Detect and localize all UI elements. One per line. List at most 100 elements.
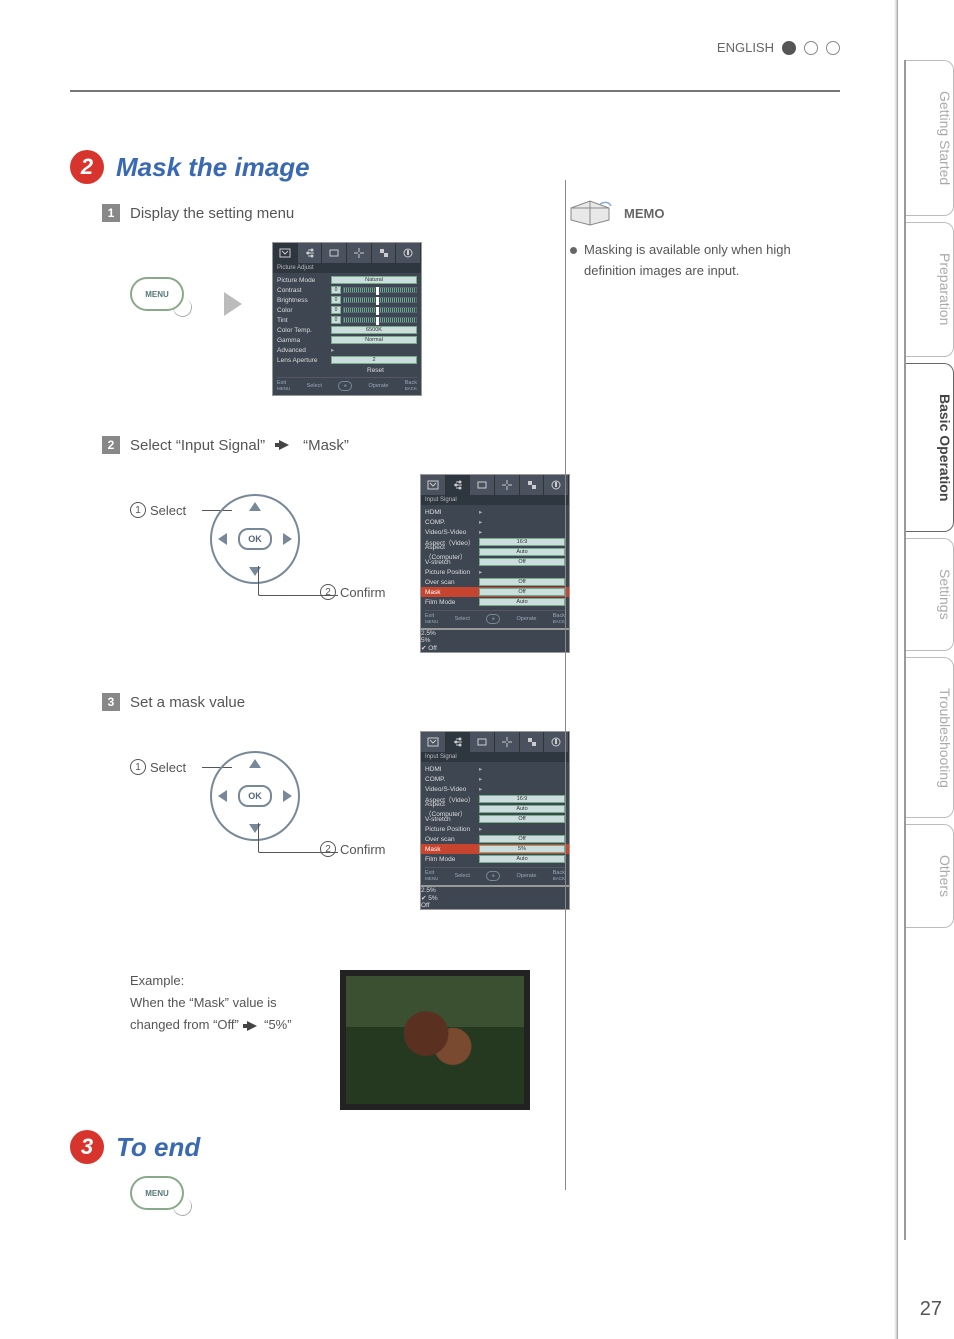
dpad-left-icon <box>218 790 227 802</box>
osd-tab <box>446 732 471 752</box>
osd-tab <box>273 243 298 263</box>
sidetab-preparation[interactable]: Preparation <box>906 222 954 356</box>
osd-row: Video/S-Video▸ <box>425 784 565 794</box>
section-number-3: 3 <box>70 1130 104 1164</box>
callout-2: 2 <box>320 841 336 857</box>
osd-tab <box>470 732 495 752</box>
osd-picture-adjust: Picture Adjust Picture ModeNaturalContras… <box>272 242 422 396</box>
section-3-heading: 3 To end <box>70 1130 840 1164</box>
dpad-up-icon <box>249 759 261 768</box>
step-2-number: 2 <box>102 436 120 454</box>
step-2-row: 2 Select “Input Signal” “Mask” <box>102 436 840 454</box>
dpad-right-icon <box>283 533 292 545</box>
sidetab-getting-started[interactable]: Getting Started <box>906 60 954 216</box>
osd-row: HDMI▸ <box>425 507 565 517</box>
osd-row: Picture Position▸ <box>425 824 565 834</box>
side-tabs: Getting Started Preparation Basic Operatio… <box>904 60 954 1240</box>
osd-popup-item: 2.5% <box>421 630 569 637</box>
pager-dot-2 <box>804 41 818 55</box>
step-2-text-b: “Mask” <box>303 437 349 454</box>
sidetab-others[interactable]: Others <box>906 824 954 928</box>
osd-tab <box>520 732 545 752</box>
step-3-row: 3 Set a mask value <box>102 693 840 711</box>
osd-row: COMP.▸ <box>425 517 565 527</box>
osd-tab <box>421 732 446 752</box>
osd-reset: Reset <box>367 367 417 374</box>
page-number: 27 <box>920 1298 942 1321</box>
example-line3a: changed from “Off” <box>130 1017 239 1032</box>
osd-row: COMP.▸ <box>425 774 565 784</box>
osd-tab <box>322 243 347 263</box>
osd-row: Lens Aperture2 <box>277 355 417 365</box>
page-header: ENGLISH <box>717 40 840 55</box>
osd-tab <box>372 243 397 263</box>
osd-row: Mask5% <box>421 844 569 854</box>
osd-row: MaskOff <box>421 587 569 597</box>
osd-row: V-stretchOff <box>425 814 565 824</box>
osd-row: Advanced▸ <box>277 345 417 355</box>
section-2-title: Mask the image <box>116 152 310 183</box>
osd-tab <box>495 475 520 495</box>
memo-icon <box>570 200 612 226</box>
select-label: Select <box>150 503 186 518</box>
osd-row: Picture Position▸ <box>425 567 565 577</box>
example-text: Example: When the “Mask” value is change… <box>130 970 310 1036</box>
ok-pad-diagram: 1 Select OK 2 Confirm <box>130 731 390 871</box>
ok-button: OK <box>238 528 272 550</box>
osd-tab <box>520 475 545 495</box>
ok-pad-diagram: 1 Select OK 2 Confirm <box>130 474 390 614</box>
osd-tab-label: Input Signal <box>421 752 569 762</box>
osd-tab <box>470 475 495 495</box>
select-label: Select <box>150 760 186 775</box>
osd-row: Contrast0 <box>277 285 417 295</box>
osd-row: Brightness0 <box>277 295 417 305</box>
step-3-number: 3 <box>102 693 120 711</box>
osd-tab <box>347 243 372 263</box>
example-line3b: “5%” <box>264 1017 291 1032</box>
osd-row: GammaNormal <box>277 335 417 345</box>
osd-row: Aspect（Computer）Auto <box>425 804 565 814</box>
confirm-label: Confirm <box>340 842 386 857</box>
arrow-icon <box>224 292 242 316</box>
example-line2: When the “Mask” value is <box>130 992 310 1014</box>
language-label: ENGLISH <box>717 40 774 55</box>
osd-input-signal-2: Input Signal HDMI▸COMP.▸Video/S-Video▸ Asp… <box>420 731 570 910</box>
step-3-text: Set a mask value <box>130 694 245 711</box>
remote-menu-label: MENU <box>145 1189 169 1198</box>
osd-tab <box>495 732 520 752</box>
osd-popup-item: ✔ Off <box>421 644 569 652</box>
osd-tab <box>396 243 421 263</box>
osd-popup-item: 2.5% <box>421 887 569 894</box>
sidetab-basic-operation[interactable]: Basic Operation <box>906 363 954 532</box>
sidetab-settings[interactable]: Settings <box>906 538 954 651</box>
memo-item: Masking is available only when high defi… <box>570 240 830 282</box>
example-image <box>340 970 530 1110</box>
osd-tab <box>446 475 471 495</box>
callout-1: 1 <box>130 759 146 775</box>
memo-heading: MEMO <box>624 206 664 221</box>
remote-menu-button: MENU <box>130 277 184 311</box>
osd-row: Over scanOff <box>425 577 565 587</box>
osd-row: Color0 <box>277 305 417 315</box>
osd-row: Picture ModeNatural <box>277 275 417 285</box>
column-divider <box>565 180 566 1190</box>
osd-row: Aspect（Computer）Auto <box>425 547 565 557</box>
step-2-content: 1 Select OK 2 Confirm Input Signal HDMI▸C… <box>130 474 840 653</box>
example-line1: Example: <box>130 970 310 992</box>
page-content: ENGLISH 2 Mask the image 1 Display the s… <box>70 30 840 1260</box>
osd-popup-item: 5% <box>421 637 569 644</box>
callout-1: 1 <box>130 502 146 518</box>
osd-tab-label: Input Signal <box>421 495 569 505</box>
ok-button: OK <box>238 785 272 807</box>
osd-row: Tint0 <box>277 315 417 325</box>
page-gutter <box>894 0 898 1339</box>
memo-box: MEMO Masking is available only when high… <box>570 200 830 282</box>
header-rule <box>70 90 840 92</box>
pager-dot-1 <box>782 41 796 55</box>
osd-row: Video/S-Video▸ <box>425 527 565 537</box>
osd-tab-label: Picture Adjust <box>273 263 421 273</box>
osd-row: Over scanOff <box>425 834 565 844</box>
sidetab-troubleshooting[interactable]: Troubleshooting <box>906 657 954 819</box>
osd-row: HDMI▸ <box>425 764 565 774</box>
osd-footer: ExitMENUSelect⊕OperateBackBACK <box>425 610 565 624</box>
